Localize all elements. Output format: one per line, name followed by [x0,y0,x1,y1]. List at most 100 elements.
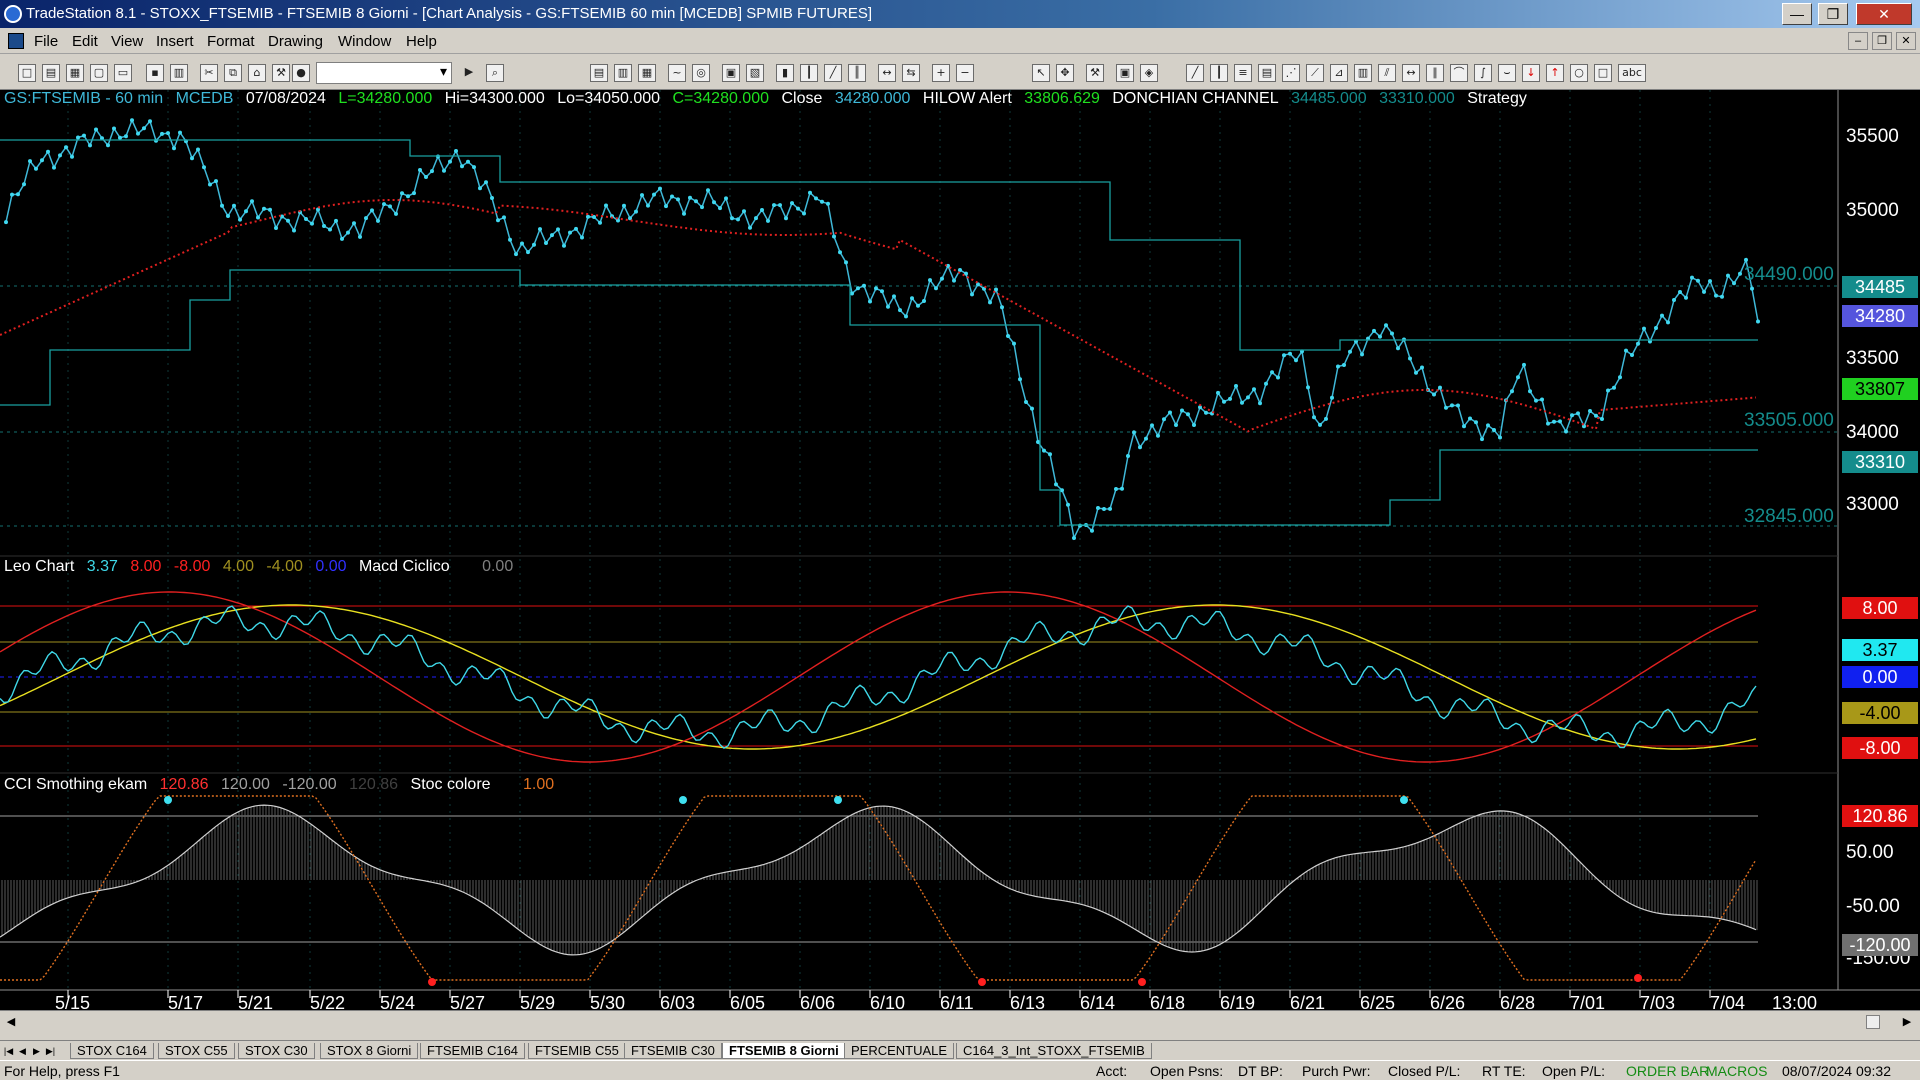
arrow-up-icon[interactable]: ↑ [1546,64,1564,82]
tab-ftsemib-8-giorni[interactable]: FTSEMIB 8 Giorni [722,1043,846,1059]
scroll-left-icon[interactable]: ◀ [2,1013,20,1031]
price-dot [802,211,806,216]
chart-analysis-icon[interactable]: ▤ [590,64,608,82]
status-macros[interactable]: MACROS [1706,1063,1767,1079]
arrow-down-icon[interactable]: ↓ [1522,64,1540,82]
tab-first-icon[interactable]: |◀ [2,1043,15,1059]
matrix-icon[interactable]: ▦ [638,64,656,82]
globe-icon[interactable]: ● [292,64,310,82]
price-dot [442,168,446,173]
scroll-thumb[interactable] [1866,1015,1880,1029]
copy-icon[interactable]: ⧉ [224,64,242,82]
tab-ftsemib-c55[interactable]: FTSEMIB C55 [528,1043,626,1059]
tool-icon[interactable]: ⚒ [1086,64,1104,82]
save-icon[interactable]: ▪ [146,64,164,82]
scanner-icon[interactable]: ~ [668,64,686,82]
expand-icon[interactable]: ↔ [878,64,896,82]
zoom-icon[interactable]: ⌕ [486,64,504,82]
mdi-minimize-button[interactable]: – [1848,32,1868,50]
close-button[interactable]: ✕ [1856,3,1912,25]
gann-icon[interactable]: ▥ [1354,64,1372,82]
ellipse-icon[interactable]: ○ [1570,64,1588,82]
price-dot [1456,403,1460,408]
menu-drawing[interactable]: Drawing [268,33,323,50]
radar-icon[interactable]: ▥ [614,64,632,82]
minimize-button[interactable]: — [1782,3,1812,25]
regression-icon[interactable]: ⟋ [1306,64,1324,82]
price-dot [1492,428,1496,432]
vertical-lines-icon[interactable]: ┃ [1210,64,1228,82]
format-icon[interactable]: ▣ [1116,64,1134,82]
freehand-icon[interactable]: ∫ [1474,64,1492,82]
chart-area[interactable]: GS:FTSEMIB - 60 min MCEDB 07/08/2024 L=3… [0,90,1920,1013]
go-arrow-icon[interactable]: ▶ [460,64,478,82]
workspace-icon[interactable]: ▦ [66,64,84,82]
bar-chart-icon[interactable]: ▮ [776,64,794,82]
optionstation-icon[interactable]: ◎ [692,64,710,82]
portfolio-icon[interactable]: ▧ [746,64,764,82]
price-dot [1204,410,1208,415]
tab-stox-c55[interactable]: STOX C55 [158,1043,235,1059]
price-dot [1576,411,1580,416]
curve-icon[interactable]: ⌣ [1498,64,1516,82]
open-icon[interactable]: ▤ [42,64,60,82]
price-dot [1594,413,1598,418]
zoom-in-icon[interactable]: + [932,64,950,82]
candle-icon[interactable]: ┃ [800,64,818,82]
tab-stox-8-giorni[interactable]: STOX 8 Giorni [320,1043,419,1059]
lock-icon[interactable]: ⌂ [248,64,266,82]
folder-icon[interactable]: ▭ [114,64,132,82]
rectangle-icon[interactable]: □ [1594,64,1612,82]
tab-prev-icon[interactable]: ◀ [16,1043,29,1059]
tab-stox-c30[interactable]: STOX C30 [238,1043,315,1059]
arrow-h-icon[interactable]: ↔ [1402,64,1420,82]
andrews-icon[interactable]: ⫽ [1378,64,1396,82]
tab-ftsemib-c30[interactable]: FTSEMIB C30 [624,1043,722,1059]
mdi-close-button[interactable]: ✕ [1896,32,1916,50]
tools-icon[interactable]: ⚒ [272,64,290,82]
tab-c164-int[interactable]: C164_3_Int_STOXX_FTSEMIB [956,1043,1152,1059]
maximize-button[interactable]: ❐ [1818,3,1848,25]
menu-file[interactable]: File [34,33,58,50]
status-order-bar[interactable]: ORDER BAR [1626,1063,1709,1079]
price-dot [52,165,56,170]
fib-fan-icon[interactable]: ⋰ [1282,64,1300,82]
menu-insert[interactable]: Insert [156,33,194,50]
menu-window[interactable]: Window [338,33,391,50]
new-icon[interactable]: □ [18,64,36,82]
tab-last-icon[interactable]: ▶| [44,1043,57,1059]
news-icon[interactable]: ▣ [722,64,740,82]
pointer-icon[interactable]: ↖ [1032,64,1050,82]
price-dot [622,203,626,208]
channel-icon[interactable]: ▤ [1258,64,1276,82]
price-dot [1516,375,1520,380]
new-window-icon[interactable]: ▢ [90,64,108,82]
symbol-dropdown[interactable] [316,62,452,84]
zoom-out-icon[interactable]: − [956,64,974,82]
tab-ftsemib-c164[interactable]: FTSEMIB C164 [420,1043,526,1059]
horizontal-line-icon[interactable]: ≡ [1234,64,1252,82]
tab-percentuale[interactable]: PERCENTUALE [844,1043,955,1059]
data-icon[interactable]: ◈ [1140,64,1158,82]
menu-help[interactable]: Help [406,33,437,50]
line-chart-icon[interactable]: ╱ [824,64,842,82]
compress-icon[interactable]: ⇆ [902,64,920,82]
mdi-restore-button[interactable]: ❐ [1872,32,1892,50]
scroll-right-icon[interactable]: ▶ [1898,1013,1916,1031]
cut-icon[interactable]: ✂ [200,64,218,82]
menu-format[interactable]: Format [207,33,255,50]
parallel-icon[interactable]: ∥ [1426,64,1444,82]
tab-stox-c164[interactable]: STOX C164 [70,1043,154,1059]
tab-next-icon[interactable]: ▶ [30,1043,43,1059]
menu-view[interactable]: View [111,33,143,50]
horizontal-scrollbar[interactable]: ◀ ▶ [0,1010,1920,1032]
trendline-icon[interactable]: ╱ [1186,64,1204,82]
histogram-icon[interactable]: ║ [848,64,866,82]
arc-icon[interactable]: ⌒ [1450,64,1468,82]
speed-lines-icon[interactable]: ⊿ [1330,64,1348,82]
text-icon[interactable]: abc [1618,64,1646,82]
drag-icon[interactable]: ✥ [1056,64,1074,82]
price-dot [376,218,380,223]
print-icon[interactable]: ▥ [170,64,188,82]
menu-edit[interactable]: Edit [72,33,98,50]
